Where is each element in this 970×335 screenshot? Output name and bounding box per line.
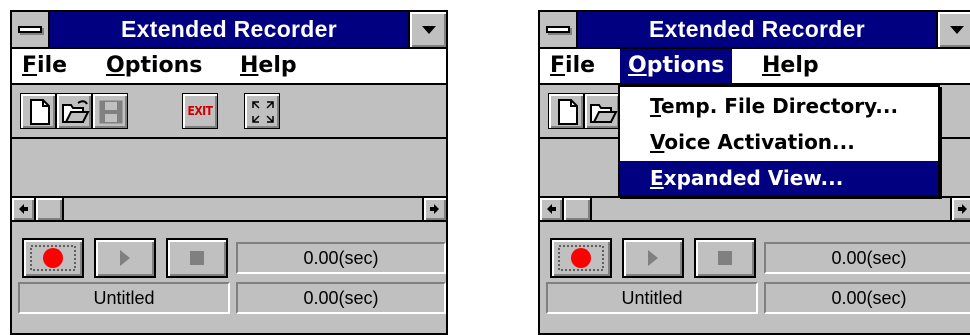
options-dropdown-menu: Temp. File Directory... Voice Activation… [618, 85, 940, 197]
scroll-left-arrow-icon [19, 204, 28, 214]
total-time-readout: 0.00(sec) [764, 242, 970, 274]
menu-file[interactable]: File [14, 49, 75, 83]
exit-icon: EXIT [187, 104, 213, 118]
transport-panel: 0.00(sec) Untitled 0.00(sec) [12, 224, 446, 333]
dropdown-button[interactable] [408, 12, 446, 47]
stop-button[interactable] [166, 238, 228, 278]
new-file-icon [30, 99, 50, 125]
dropdown-button[interactable] [936, 12, 970, 47]
position-time-readout: 0.00(sec) [236, 282, 446, 314]
expand-view-button[interactable] [244, 93, 280, 129]
menu-item-voice-activation[interactable]: Voice Activation... [620, 125, 938, 159]
window-title: Extended Recorder [121, 16, 337, 42]
recorder-window-options-open: Extended Recorder File Options Help 0.00… [538, 10, 970, 335]
play-icon [120, 250, 130, 266]
menu-options[interactable]: Options [98, 49, 210, 83]
record-button[interactable] [22, 238, 84, 278]
open-folder-icon [590, 104, 618, 123]
scroll-right-arrow-icon [958, 204, 967, 214]
menu-bar: File Options Help [540, 49, 970, 85]
scroll-track[interactable] [36, 198, 422, 220]
system-menu-icon [546, 26, 570, 33]
menu-file[interactable]: File [542, 49, 603, 83]
record-icon [558, 245, 604, 271]
transport-panel: 0.00(sec) Untitled 0.00(sec) [540, 224, 970, 333]
scroll-left-button[interactable] [540, 198, 564, 220]
recorder-window-normal: Extended Recorder File Options Help EXIT… [10, 10, 448, 335]
scroll-left-arrow-icon [547, 204, 556, 214]
dropdown-arrow-icon [422, 26, 436, 34]
total-time-readout: 0.00(sec) [236, 242, 446, 274]
menu-item-expanded-view[interactable]: Expanded View... [620, 161, 938, 195]
system-menu-button[interactable] [540, 12, 578, 47]
toolbar: EXIT [12, 87, 446, 139]
scroll-thumb[interactable] [564, 198, 592, 220]
position-scrollbar[interactable] [12, 196, 446, 222]
stop-icon [190, 251, 204, 265]
open-file-button[interactable] [584, 93, 620, 129]
save-file-button[interactable] [92, 93, 128, 129]
record-button[interactable] [550, 238, 612, 278]
save-disk-icon [99, 100, 123, 124]
position-time-readout: 0.00(sec) [764, 282, 970, 314]
scroll-track[interactable] [564, 198, 950, 220]
menu-options[interactable]: Options [620, 49, 733, 83]
filename-readout: Untitled [546, 282, 758, 314]
new-file-button[interactable] [20, 93, 56, 129]
title-bar: Extended Recorder [12, 12, 446, 49]
system-menu-button[interactable] [12, 12, 50, 47]
filename-readout: Untitled [18, 282, 230, 314]
new-file-icon [558, 99, 578, 125]
open-file-button[interactable] [56, 93, 92, 129]
scroll-left-button[interactable] [12, 198, 36, 220]
scroll-thumb[interactable] [36, 198, 64, 220]
window-title: Extended Recorder [649, 16, 865, 42]
play-button[interactable] [622, 238, 684, 278]
dropdown-arrow-icon [950, 26, 964, 34]
scroll-right-button[interactable] [422, 198, 446, 220]
title-bar: Extended Recorder [540, 12, 970, 49]
scroll-right-button[interactable] [950, 198, 970, 220]
scroll-right-arrow-icon [430, 204, 439, 214]
waveform-display [12, 141, 446, 196]
menu-bar: File Options Help [12, 49, 446, 85]
system-menu-icon [18, 26, 42, 33]
new-file-button[interactable] [548, 93, 584, 129]
menu-help[interactable]: Help [232, 49, 305, 83]
menu-item-temp-file-directory[interactable]: Temp. File Directory... [620, 89, 938, 123]
stop-button[interactable] [694, 238, 756, 278]
position-scrollbar[interactable] [540, 196, 970, 222]
play-icon [648, 250, 658, 266]
expand-view-icon [252, 101, 274, 123]
stop-icon [718, 251, 732, 265]
menu-help[interactable]: Help [754, 49, 827, 83]
play-button[interactable] [94, 238, 156, 278]
open-folder-icon [62, 100, 90, 123]
exit-button[interactable]: EXIT [182, 93, 218, 129]
record-icon [30, 245, 76, 271]
